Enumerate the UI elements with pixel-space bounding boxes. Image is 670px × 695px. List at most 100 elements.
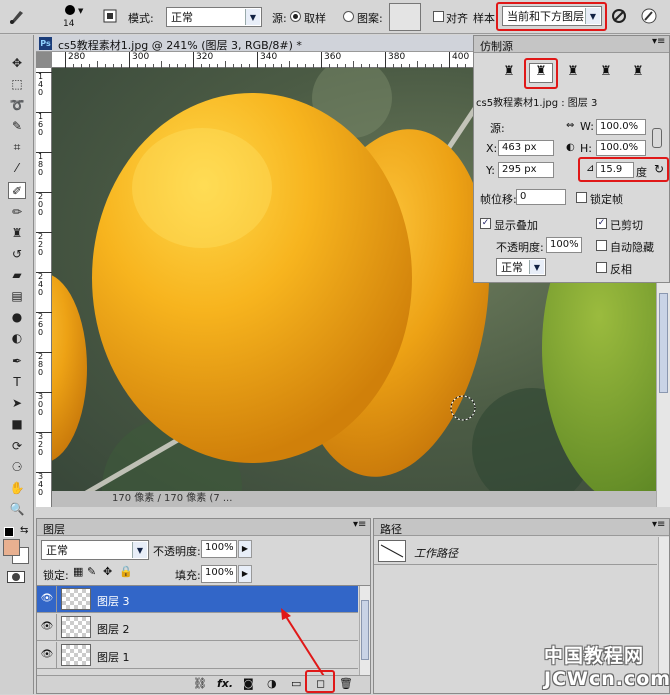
gradient-tool-icon[interactable]: ▤ xyxy=(8,288,26,305)
toggle-clone-panel-button[interactable] xyxy=(99,5,121,27)
clone-source-4-button[interactable]: ♜ xyxy=(595,64,617,82)
brush-tool-icon[interactable]: ✏ xyxy=(8,204,26,221)
history-brush-tool-icon[interactable]: ↺ xyxy=(8,246,26,263)
angle-highlight-box xyxy=(578,157,669,182)
pressure-button[interactable] xyxy=(637,5,661,27)
ruler-h-minor-tick xyxy=(353,61,354,68)
clone-source-3-button[interactable]: ♜ xyxy=(562,64,584,82)
document-scrollbar[interactable] xyxy=(656,283,670,507)
adjustment-layer-icon[interactable]: ◑ xyxy=(267,677,277,690)
path-name: 工作路径 xyxy=(414,547,458,560)
pattern-radio[interactable] xyxy=(343,11,354,22)
3d-rotate-tool-icon[interactable]: ⟳ xyxy=(8,438,26,455)
clipped-checkbox[interactable]: ✓ xyxy=(596,218,607,229)
ruler-h-tick: 380 xyxy=(385,52,405,68)
ruler-v-tick: 2 0 0 xyxy=(36,192,52,217)
ruler-h-minor-tick xyxy=(97,61,98,68)
ruler-v-tick: 2 6 0 xyxy=(36,312,52,337)
sample-label: 样本: xyxy=(473,12,499,25)
clone-source-icon xyxy=(103,9,117,23)
clone-source-5-button[interactable]: ♜ xyxy=(627,64,649,82)
aligned-checkbox[interactable] xyxy=(433,11,444,22)
brush-picker[interactable]: ▼ 14 xyxy=(56,3,88,31)
chevron-down-icon: ▼ xyxy=(245,9,260,25)
default-colors-icon[interactable] xyxy=(4,527,14,537)
x-input[interactable]: 463 px xyxy=(498,140,554,156)
brush-size: 14 xyxy=(63,19,75,29)
swap-colors-icon[interactable]: ⇆ xyxy=(20,525,28,536)
ignore-adjustment-layers-button[interactable] xyxy=(609,5,629,27)
brush-icon xyxy=(10,11,23,24)
ruler-h-minor-tick xyxy=(161,61,162,68)
w-input[interactable]: 100.0% xyxy=(596,119,646,135)
path-row[interactable]: 工作路径 xyxy=(374,537,657,565)
ruler-v-tick: 1 8 0 xyxy=(36,152,52,177)
delete-layer-icon[interactable]: 🗑 xyxy=(339,677,353,690)
scrollbar-thumb[interactable] xyxy=(659,293,668,393)
layers-panel: 图层 ▾≡ 正常 ▼ 不透明度: 100% ▶ 锁定: ▦ ✎ ✥ 🔒 填充: … xyxy=(36,518,371,694)
invert-checkbox[interactable] xyxy=(596,262,607,273)
sampled-label: 取样 xyxy=(304,12,326,25)
clone-stamp-tool-icon[interactable]: ♜ xyxy=(8,225,26,242)
brush-tip-icon xyxy=(65,5,75,15)
panel-menu-icon[interactable]: ▾≡ xyxy=(652,36,665,47)
layer-mask-icon[interactable]: ◙ xyxy=(243,677,254,690)
w-label: W: xyxy=(580,120,594,133)
link-layers-icon[interactable]: ⛓ xyxy=(193,677,207,690)
document-title: cs5教程素材1.jpg @ 241% (图层 3, RGB/8#) * xyxy=(58,39,302,52)
overlay-blend-select[interactable]: 正常 ▼ xyxy=(496,258,546,276)
pen-tool-icon[interactable]: ✒ xyxy=(8,353,26,370)
chevron-down-icon: ▼ xyxy=(78,7,84,15)
mode-select[interactable]: 正常 ▼ xyxy=(166,7,262,27)
foreground-color-swatch[interactable] xyxy=(3,539,20,556)
clone-source-highlight-box xyxy=(524,58,558,89)
zoom-tool-icon[interactable]: 🔍 xyxy=(8,501,26,518)
path-select-tool-icon[interactable]: ➤ xyxy=(8,395,26,412)
quick-mask-icon[interactable] xyxy=(7,571,25,583)
ruler-v-tick: 3 2 0 xyxy=(36,432,52,457)
link-width-icon: ⇔ xyxy=(566,120,575,131)
new-group-icon[interactable]: ▭ xyxy=(291,677,301,690)
lasso-tool-icon[interactable]: ➰ xyxy=(8,97,26,114)
vertical-ruler[interactable]: 1 4 0 1 6 0 1 8 0 2 0 0 2 2 0 2 4 0 2 6 0 2 8 0… xyxy=(36,68,52,507)
hand-tool-icon[interactable]: ✋ xyxy=(8,480,26,497)
link-height-icon: ◐ xyxy=(566,142,575,153)
clone-source-name: cs5教程素材1.jpg : 图层 3 xyxy=(476,98,598,109)
ruler-h-minor-tick xyxy=(417,61,418,68)
healing-brush-tool-icon[interactable]: ✐ xyxy=(8,182,26,199)
move-tool-icon[interactable]: ✥ xyxy=(8,55,26,72)
paths-tab-strip: 路径 ▾≡ xyxy=(374,519,669,536)
auto-hide-checkbox[interactable] xyxy=(596,240,607,251)
h-label: H: xyxy=(580,142,592,155)
maintain-ratio-link-icon[interactable] xyxy=(652,128,662,148)
sampled-radio[interactable] xyxy=(290,11,301,22)
stamp-icon: ♜ xyxy=(632,64,644,79)
frame-offset-input[interactable]: 0 xyxy=(516,189,566,205)
dodge-tool-icon[interactable]: ◐ xyxy=(8,330,26,347)
new-layer-highlight-box xyxy=(305,670,335,693)
ruler-v-tick: 1 6 0 xyxy=(36,112,52,137)
clone-source-1-button[interactable]: ♜ xyxy=(498,64,520,82)
ignore-adjustment-icon xyxy=(612,9,626,23)
lock-frame-checkbox[interactable] xyxy=(576,192,587,203)
eyedropper-tool-icon[interactable]: ⁄ xyxy=(8,160,26,177)
h-input[interactable]: 100.0% xyxy=(596,140,646,156)
clone-source-tab[interactable]: 仿制源 xyxy=(480,38,513,54)
invert-label: 反相 xyxy=(610,263,632,276)
quick-select-tool-icon[interactable]: ✎ xyxy=(8,118,26,135)
marquee-tool-icon[interactable]: ⬚ xyxy=(8,76,26,93)
y-input[interactable]: 295 px xyxy=(498,162,554,178)
crop-tool-icon[interactable]: ⌗ xyxy=(8,139,26,156)
panel-menu-icon[interactable]: ▾≡ xyxy=(652,519,665,530)
eraser-tool-icon[interactable]: ▰ xyxy=(8,267,26,284)
3d-orbit-tool-icon[interactable]: ⚆ xyxy=(8,459,26,476)
overlay-opacity-input[interactable]: 100% xyxy=(546,237,582,253)
show-overlay-checkbox[interactable]: ✓ xyxy=(480,218,491,229)
type-tool-icon[interactable]: T xyxy=(8,374,26,391)
clone-stamp-tool-preset-button[interactable] xyxy=(4,5,30,27)
blur-tool-icon[interactable]: ● xyxy=(8,309,26,326)
pattern-picker[interactable] xyxy=(389,3,421,31)
paths-tab[interactable]: 路径 xyxy=(380,521,402,537)
shape-tool-icon[interactable]: ■ xyxy=(8,416,26,433)
layer-style-icon[interactable]: fx. xyxy=(217,677,233,690)
